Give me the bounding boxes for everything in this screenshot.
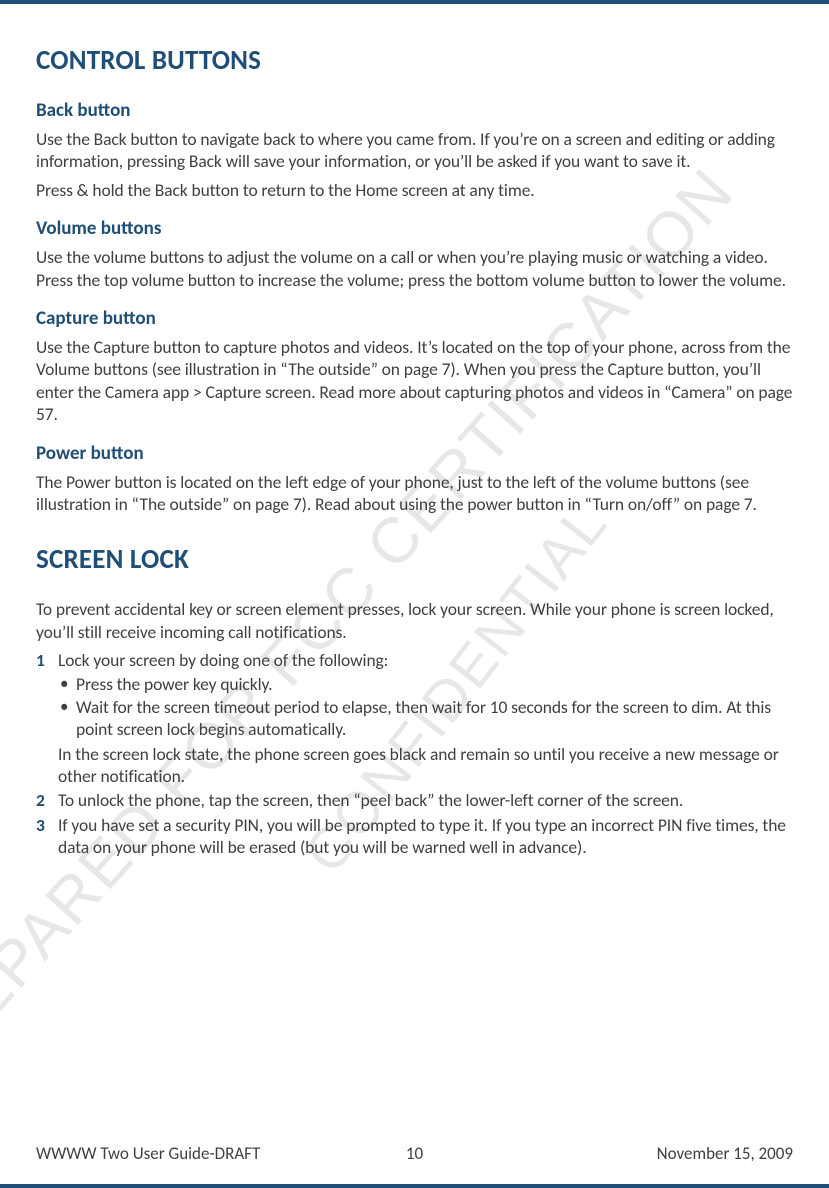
heading-power-button: Power button	[36, 442, 793, 465]
heading-back-button: Back button	[36, 99, 793, 122]
step-2: 2 To unlock the phone, tap the screen, t…	[36, 789, 793, 811]
paragraph-volume-1: Use the volume buttons to adjust the vol…	[36, 246, 793, 291]
step-number: 2	[36, 789, 45, 811]
step-2-text: To unlock the phone, tap the screen, the…	[58, 789, 683, 811]
step-3: 3 If you have set a security PIN, you wi…	[36, 814, 793, 859]
paragraph-screenlock-intro: To prevent accidental key or screen elem…	[36, 598, 793, 643]
step-1-after: In the screen lock state, the phone scre…	[58, 743, 793, 788]
footer-date: November 15, 2009	[423, 1143, 793, 1164]
step-1: 1 Lock your screen by doing one of the f…	[36, 649, 793, 787]
step-1-bullets: Press the power key quickly. Wait for th…	[58, 673, 793, 740]
heading-control-buttons: CONTROL BUTTONS	[36, 44, 793, 77]
paragraph-capture-1: Use the Capture button to capture photos…	[36, 336, 793, 426]
page-content: CONTROL BUTTONS Back button Use the Back…	[36, 44, 793, 859]
footer-doc-title: WWWW Two User Guide-DRAFT	[36, 1143, 406, 1164]
step-3-text: If you have set a security PIN, you will…	[58, 814, 786, 858]
page-footer: WWWW Two User Guide-DRAFT 10 November 15…	[36, 1143, 793, 1164]
steps-list: 1 Lock your screen by doing one of the f…	[36, 649, 793, 859]
heading-screen-lock: SCREEN LOCK	[36, 543, 793, 576]
bullet-item: Wait for the screen timeout period to el…	[58, 696, 793, 741]
heading-capture-button: Capture button	[36, 307, 793, 330]
document-page: PREPARED FOR FCC CERTIFICATION CONFIDENT…	[0, 0, 829, 1188]
paragraph-back-2: Press & hold the Back button to return t…	[36, 179, 793, 201]
paragraph-power-1: The Power button is located on the left …	[36, 471, 793, 516]
step-number: 1	[36, 649, 45, 671]
step-number: 3	[36, 814, 45, 836]
heading-volume-buttons: Volume buttons	[36, 217, 793, 240]
footer-page-number: 10	[406, 1143, 423, 1164]
paragraph-back-1: Use the Back button to navigate back to …	[36, 128, 793, 173]
step-1-lead: Lock your screen by doing one of the fol…	[58, 649, 388, 671]
bullet-item: Press the power key quickly.	[58, 673, 793, 695]
